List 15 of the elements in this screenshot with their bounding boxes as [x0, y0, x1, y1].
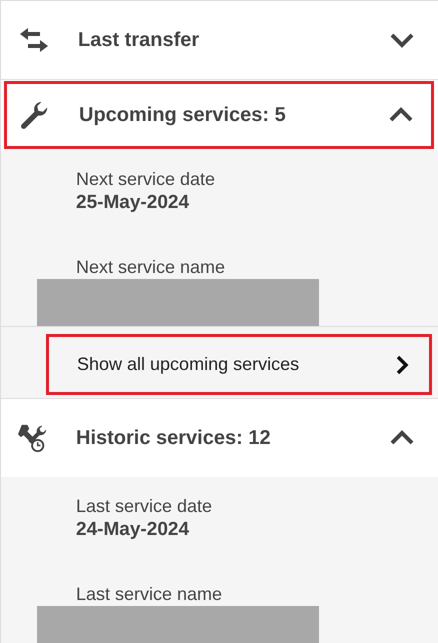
field-value: 25-May-2024 — [76, 191, 190, 215]
chevron-down-icon — [390, 32, 414, 48]
field-label: Last service date — [76, 495, 214, 517]
field-label: Next service name — [76, 256, 226, 278]
field-label: Last service name — [76, 583, 224, 605]
transfer-arrows-icon — [18, 26, 50, 54]
chevron-up-icon — [390, 430, 414, 446]
wrench-clock-icon — [18, 423, 48, 453]
chevron-right-icon — [395, 354, 409, 374]
accordion-header[interactable]: Upcoming services: 5 — [4, 81, 434, 149]
field-value: 24-May-2024 — [76, 518, 190, 542]
chevron-up-icon — [389, 107, 413, 123]
wrench-icon — [19, 100, 49, 130]
field-label: Next service date — [76, 168, 216, 190]
show-all-link[interactable]: Show all upcoming services — [46, 334, 432, 395]
